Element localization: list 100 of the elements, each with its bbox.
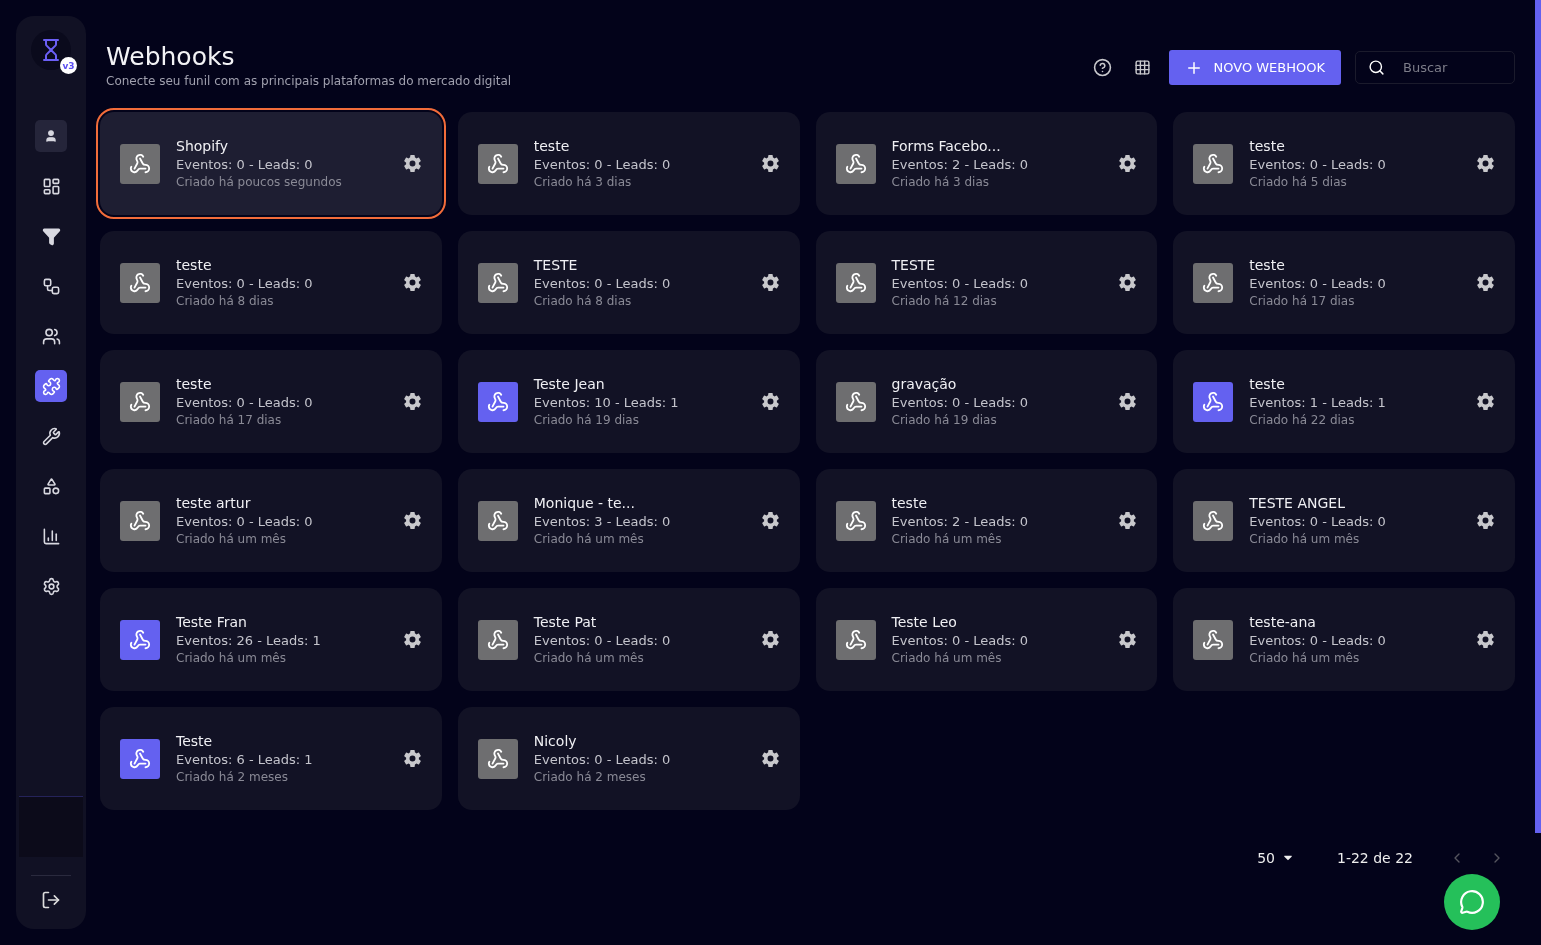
webhook-card[interactable]: Teste Jean Eventos: 10 - Leads: 1 Criado há 19 dias — [457, 350, 800, 453]
webhook-name: teste artur — [176, 495, 252, 511]
settings-button[interactable] — [760, 154, 780, 173]
webhook-stats: Eventos: 2 - Leads: 0 — [891, 157, 1029, 172]
settings-button[interactable] — [402, 630, 422, 649]
sidebar-item[interactable] — [35, 120, 67, 152]
settings-button[interactable] — [1476, 392, 1495, 411]
settings-button[interactable] — [1476, 630, 1495, 649]
webhook-stats: Eventos: 0 - Leads: 0 — [533, 633, 672, 648]
settings-button[interactable] — [760, 392, 780, 411]
settings-button[interactable] — [1476, 154, 1495, 173]
settings-icon — [1476, 511, 1495, 530]
webhook-card[interactable]: teste Eventos: 0 - Leads: 0 Criado há 5 dias — [1173, 112, 1515, 215]
webhook-card[interactable]: teste Eventos: 0 - Leads: 0 Criado há 8 dias — [100, 231, 442, 334]
webhook-card[interactable]: teste Eventos: 0 - Leads: 0 Criado há 3 dias — [457, 112, 800, 215]
webhook-stats: Eventos: 0 - Leads: 0 — [891, 633, 1029, 648]
settings-button[interactable] — [760, 630, 780, 649]
webhook-created: Criado há um mês — [176, 532, 287, 546]
settings-icon — [760, 511, 780, 530]
webhook-stats: Eventos: 1 - Leads: 1 — [1249, 395, 1387, 410]
webhook-created: Criado há 12 dias — [891, 294, 998, 308]
webhook-card[interactable]: TESTE ANGEL Eventos: 0 - Leads: 0 Criado há um mês — [1173, 469, 1515, 572]
webhook-name: teste — [176, 376, 213, 392]
webhook-card[interactable]: teste-ana Eventos: 0 - Leads: 0 Criado há um mês — [1173, 588, 1515, 691]
settings-button[interactable] — [1476, 273, 1495, 292]
webhook-card[interactable]: gravação Eventos: 0 - Leads: 0 Criado há 19 dias — [815, 350, 1158, 453]
webhook-created: Criado há 19 dias — [533, 413, 640, 427]
webhook-card[interactable]: Teste Fran Eventos: 26 - Leads: 1 Criado há um mês — [100, 588, 442, 691]
settings-button[interactable] — [1118, 511, 1138, 530]
webhook-created: Criado há 17 dias — [176, 413, 283, 427]
webhook-created: Criado há 22 dias — [1249, 413, 1356, 427]
chat-button[interactable] — [1444, 874, 1500, 930]
new-webhook-button[interactable]: NOVO WEBHOOK — [1169, 50, 1341, 85]
webhook-card[interactable]: teste Eventos: 0 - Leads: 0 Criado há 17 dias — [1173, 231, 1515, 334]
page-size-select[interactable]: 50 — [1251, 849, 1301, 867]
webhook-created: Criado há um mês — [1249, 532, 1361, 546]
settings-button[interactable] — [402, 511, 422, 530]
webhook-created: Criado há 8 dias — [176, 294, 275, 308]
settings-button[interactable] — [1476, 511, 1495, 530]
settings-button[interactable] — [760, 511, 780, 530]
webhook-name: Teste Fran — [176, 614, 248, 630]
settings-icon — [402, 511, 422, 530]
webhook-stats: Eventos: 0 - Leads: 0 — [891, 276, 1029, 291]
webhook-name: teste — [891, 495, 928, 511]
search-field[interactable]: Buscar — [1355, 51, 1515, 84]
webhook-created: Criado há 3 dias — [533, 175, 633, 189]
puzzle-icon — [41, 376, 61, 396]
webhook-name: TESTE — [533, 257, 579, 273]
filter-icon — [41, 226, 61, 246]
settings-button[interactable] — [1118, 273, 1138, 292]
pagination-range: 1-22 de 22 — [1337, 850, 1413, 866]
webhook-card[interactable]: TESTE Eventos: 0 - Leads: 0 Criado há 8 dias — [457, 231, 800, 334]
sidebar-item[interactable] — [35, 370, 67, 402]
settings-icon — [760, 630, 780, 649]
shapes-icon — [41, 476, 61, 496]
settings-button[interactable] — [760, 273, 780, 292]
webhook-name: Monique - te... — [533, 495, 636, 511]
webhook-name: TESTE — [891, 257, 937, 273]
webhook-created: Criado há um mês — [533, 532, 645, 546]
webhook-card[interactable]: Teste Eventos: 6 - Leads: 1 Criado há 2 meses — [100, 707, 442, 810]
webhook-created: Criado há um mês — [1249, 651, 1361, 665]
bar-chart-icon — [41, 526, 61, 546]
search-input[interactable]: Buscar — [1401, 59, 1495, 76]
webhook-stats: Eventos: 0 - Leads: 0 — [176, 157, 314, 172]
webhook-created: Criado há 2 meses — [176, 770, 289, 784]
webhook-name: Teste — [176, 733, 214, 749]
settings-button[interactable] — [760, 749, 780, 768]
wrench-icon — [41, 426, 61, 446]
settings-button[interactable] — [402, 273, 422, 292]
webhook-card[interactable]: Teste Pat Eventos: 0 - Leads: 0 Criado há um mês — [457, 588, 800, 691]
webhook-card[interactable]: Monique - te... Eventos: 3 - Leads: 0 Criado há um mês — [457, 469, 800, 572]
settings-button[interactable] — [1118, 392, 1138, 411]
settings-icon — [760, 273, 780, 292]
webhook-card[interactable]: teste artur Eventos: 0 - Leads: 0 Criado há um mês — [100, 469, 442, 572]
webhook-card[interactable]: teste Eventos: 1 - Leads: 1 Criado há 22 dias — [1173, 350, 1515, 453]
page-subtitle: Conecte seu funil com as principais plataformas do mercado digital — [106, 74, 512, 88]
settings-icon — [402, 630, 422, 649]
settings-button[interactable] — [402, 749, 422, 768]
webhook-name: Teste Pat — [533, 614, 598, 630]
settings-icon — [1118, 154, 1138, 173]
settings-icon — [1476, 273, 1495, 292]
webhook-created: Criado há 3 dias — [891, 175, 991, 189]
settings-button[interactable] — [1118, 630, 1138, 649]
webhook-created: Criado há 17 dias — [1249, 294, 1356, 308]
webhook-card[interactable]: teste Eventos: 2 - Leads: 0 Criado há um mês — [815, 469, 1158, 572]
webhook-card[interactable]: teste Eventos: 0 - Leads: 0 Criado há 17 dias — [100, 350, 442, 453]
settings-button[interactable] — [402, 392, 422, 411]
settings-icon — [402, 749, 422, 768]
webhook-card[interactable]: Teste Leo Eventos: 0 - Leads: 0 Criado há um mês — [815, 588, 1158, 691]
webhook-card[interactable]: TESTE Eventos: 0 - Leads: 0 Criado há 12 dias — [815, 231, 1158, 334]
webhook-card[interactable]: Nicoly Eventos: 0 - Leads: 0 Criado há 2 meses — [457, 707, 800, 810]
webhook-name: Nicoly — [533, 733, 578, 749]
settings-icon — [760, 154, 780, 173]
settings-button[interactable] — [1118, 154, 1138, 173]
webhook-card[interactable]: Forms Facebo... Eventos: 2 - Leads: 0 Criado há 3 dias — [815, 112, 1158, 215]
webhook-stats: Eventos: 0 - Leads: 0 — [533, 276, 672, 291]
webhook-created: Criado há um mês — [533, 651, 645, 665]
webhook-name: teste — [176, 257, 213, 273]
settings-button[interactable] — [402, 154, 422, 173]
webhook-name: teste — [1249, 138, 1286, 154]
